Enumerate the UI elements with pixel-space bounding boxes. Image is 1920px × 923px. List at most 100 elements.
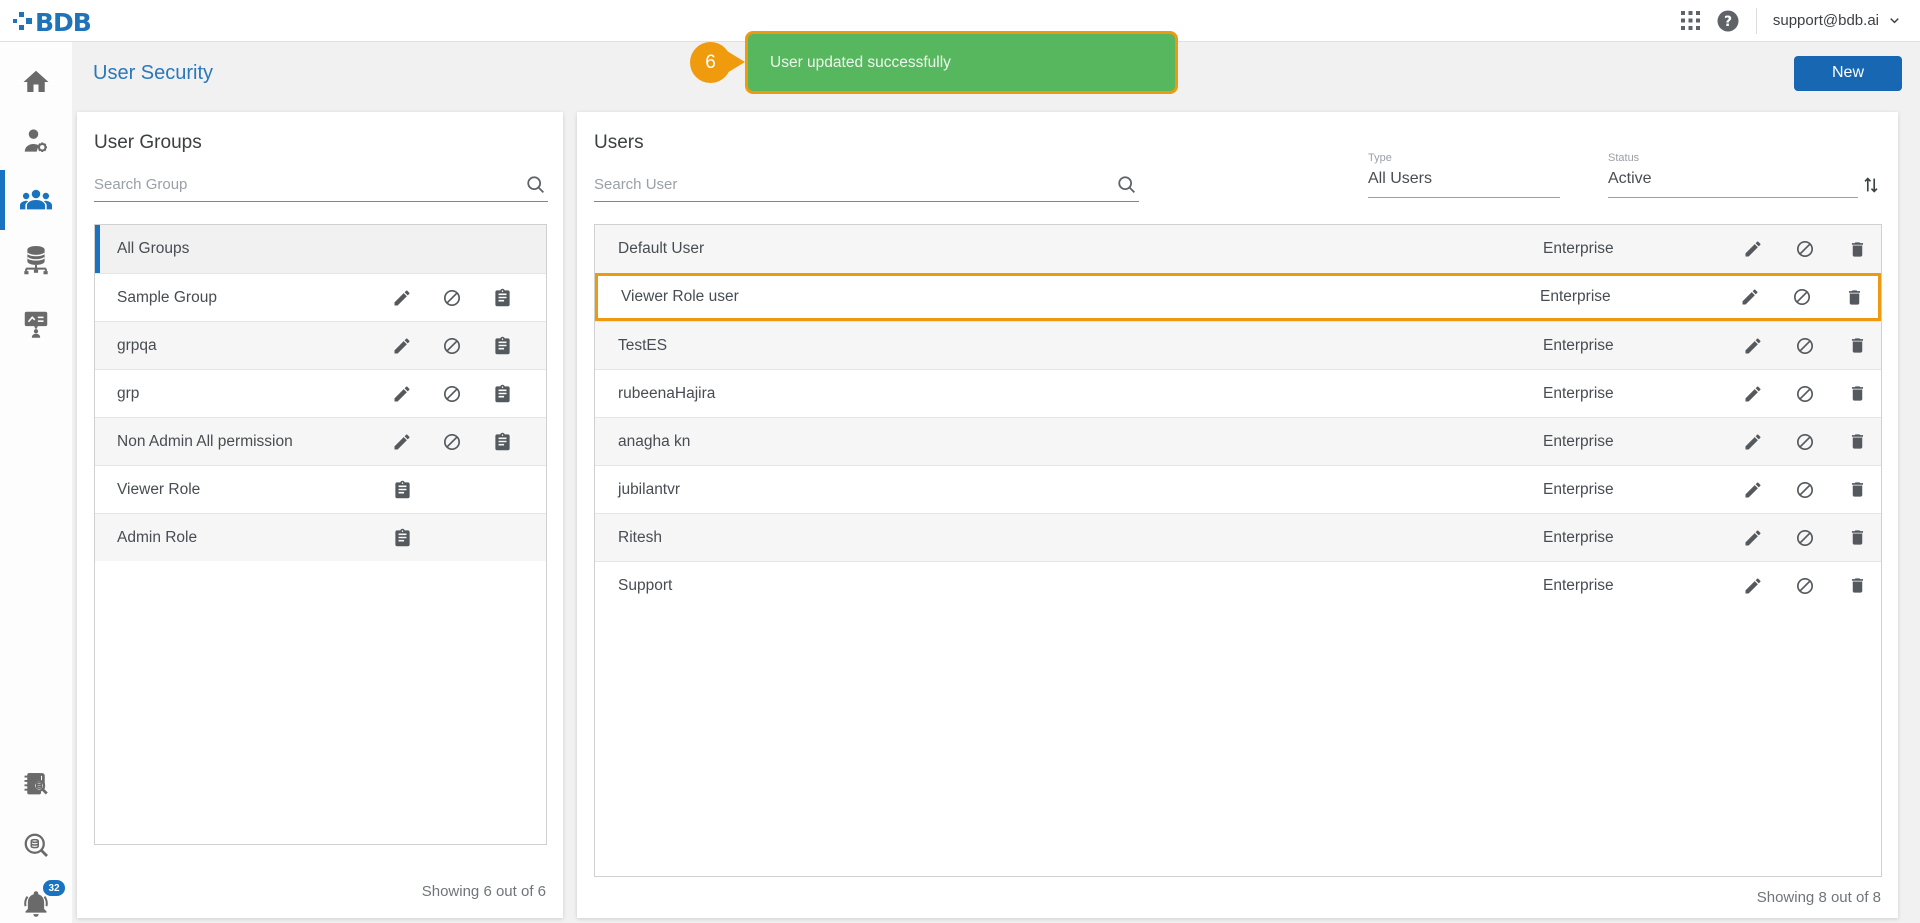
copy-icon[interactable]: [392, 480, 412, 500]
new-button[interactable]: New: [1794, 56, 1902, 91]
group-row[interactable]: Non Admin All permission: [95, 417, 546, 465]
user-name: anagha kn: [618, 433, 1543, 451]
edit-icon[interactable]: [1743, 432, 1763, 452]
user-actions: [1743, 480, 1867, 500]
status-filter[interactable]: Status Active: [1608, 152, 1858, 198]
edit-icon[interactable]: [1743, 576, 1763, 596]
user-type: Enterprise: [1543, 529, 1743, 547]
data-center-icon[interactable]: [0, 244, 72, 276]
user-type: Enterprise: [1543, 337, 1743, 355]
user-type: Enterprise: [1543, 577, 1743, 595]
copy-icon[interactable]: [492, 432, 512, 452]
copy-icon[interactable]: [492, 288, 512, 308]
group-search-input[interactable]: [94, 176, 519, 201]
group-actions: [392, 480, 518, 500]
edit-icon[interactable]: [1740, 287, 1760, 307]
copy-icon[interactable]: [392, 528, 412, 548]
user-name: Support: [618, 577, 1543, 595]
block-icon[interactable]: [1795, 239, 1815, 259]
search-icon[interactable]: [519, 174, 548, 201]
user-row: TestES Enterprise: [595, 321, 1881, 369]
user-groups-icon[interactable]: [0, 186, 72, 214]
group-row[interactable]: All Groups: [95, 225, 546, 273]
home-icon[interactable]: [0, 67, 72, 97]
edit-icon[interactable]: [1743, 336, 1763, 356]
edit-icon[interactable]: [1743, 384, 1763, 404]
block-icon[interactable]: [1795, 336, 1815, 356]
edit-icon[interactable]: [1743, 239, 1763, 259]
delete-icon[interactable]: [1847, 576, 1867, 596]
user-list: Default User Enterprise Viewer Role user…: [594, 224, 1882, 877]
copy-icon[interactable]: [492, 384, 512, 404]
group-row[interactable]: Viewer Role: [95, 465, 546, 513]
help-icon[interactable]: ?: [1716, 9, 1740, 33]
type-filter-label: Type: [1368, 152, 1560, 164]
group-name: Sample Group: [117, 289, 392, 307]
delete-icon[interactable]: [1847, 432, 1867, 452]
logo-text: BDB: [35, 8, 91, 37]
block-icon[interactable]: [442, 336, 462, 356]
group-name: Non Admin All permission: [117, 433, 392, 451]
block-icon[interactable]: [1795, 384, 1815, 404]
user-name: Ritesh: [618, 529, 1543, 547]
presentation-icon[interactable]: [0, 308, 72, 338]
edit-icon[interactable]: [1743, 480, 1763, 500]
user-actions: [1740, 287, 1864, 307]
edit-icon[interactable]: [392, 288, 412, 308]
group-actions: [392, 288, 518, 308]
block-icon[interactable]: [1795, 576, 1815, 596]
group-row[interactable]: Sample Group: [95, 273, 546, 321]
delete-icon[interactable]: [1847, 384, 1867, 404]
users-panel: Users Type All Users Status Active Defau…: [577, 112, 1898, 918]
annotation-number: 6: [690, 42, 731, 83]
block-icon[interactable]: [1792, 287, 1812, 307]
delete-icon[interactable]: [1844, 287, 1864, 307]
data-search-icon[interactable]: [0, 830, 72, 860]
account-menu[interactable]: support@bdb.ai: [1773, 12, 1902, 29]
group-name: grp: [117, 385, 392, 403]
user-row: Ritesh Enterprise: [595, 513, 1881, 561]
users-count: Showing 8 out of 8: [1757, 889, 1881, 906]
search-icon[interactable]: [1110, 174, 1139, 201]
edit-icon[interactable]: [392, 336, 412, 356]
block-icon[interactable]: [1795, 528, 1815, 548]
user-settings-icon[interactable]: [0, 126, 72, 156]
account-email: support@bdb.ai: [1773, 12, 1879, 29]
edit-icon[interactable]: [392, 432, 412, 452]
user-name: TestES: [618, 337, 1543, 355]
user-type: Enterprise: [1540, 288, 1740, 306]
group-row[interactable]: grp: [95, 369, 546, 417]
bdb-logo[interactable]: BDB: [12, 4, 106, 38]
annotation-marker: 6: [690, 42, 731, 83]
groups-panel-title: User Groups: [94, 132, 202, 154]
toast-message: User updated successfully: [770, 54, 951, 72]
edit-icon[interactable]: [1743, 528, 1763, 548]
copy-icon[interactable]: [492, 336, 512, 356]
block-icon[interactable]: [1795, 432, 1815, 452]
block-icon[interactable]: [442, 432, 462, 452]
group-actions: [392, 384, 518, 404]
edit-icon[interactable]: [392, 384, 412, 404]
group-row[interactable]: Admin Role: [95, 513, 546, 561]
block-icon[interactable]: [1795, 480, 1815, 500]
delete-icon[interactable]: [1847, 239, 1867, 259]
block-icon[interactable]: [442, 288, 462, 308]
sort-icon[interactable]: [1860, 174, 1882, 196]
delete-icon[interactable]: [1847, 480, 1867, 500]
user-row: jubilantvr Enterprise: [595, 465, 1881, 513]
type-filter[interactable]: Type All Users: [1368, 152, 1560, 198]
group-actions: [392, 336, 518, 356]
notifications-icon[interactable]: 32: [0, 888, 72, 918]
group-name: All Groups: [117, 240, 392, 258]
apps-grid-icon[interactable]: [1681, 11, 1700, 30]
user-actions: [1743, 528, 1867, 548]
delete-icon[interactable]: [1847, 336, 1867, 356]
svg-text:?: ?: [1724, 14, 1732, 30]
group-row[interactable]: grpqa: [95, 321, 546, 369]
audit-search-icon[interactable]: [0, 770, 72, 800]
type-filter-value: All Users: [1368, 170, 1560, 198]
delete-icon[interactable]: [1847, 528, 1867, 548]
user-search: [594, 164, 1139, 202]
block-icon[interactable]: [442, 384, 462, 404]
user-search-input[interactable]: [594, 176, 1110, 201]
